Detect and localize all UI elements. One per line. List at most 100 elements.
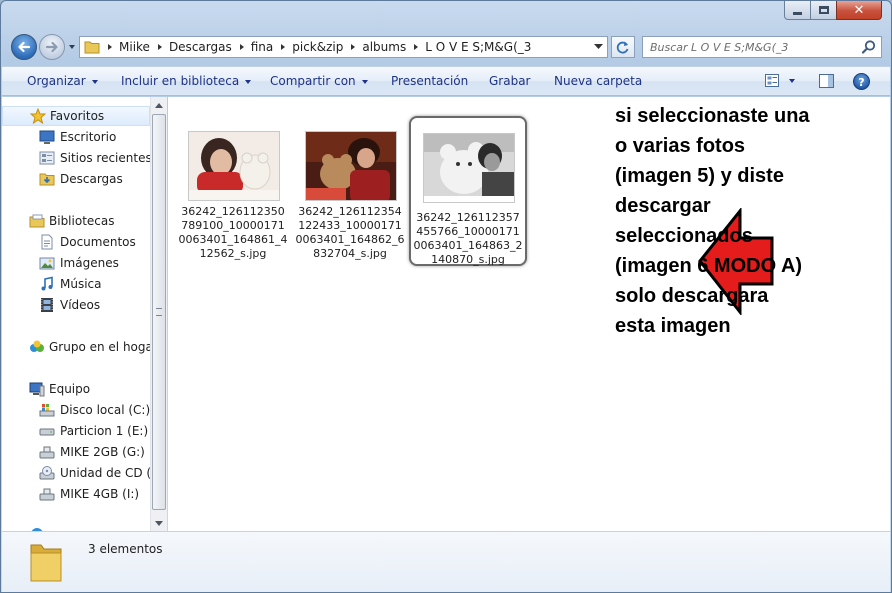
breadcrumb-item[interactable]: L O V E S;M&G(_3 bbox=[425, 40, 531, 54]
item-count: 3 elementos bbox=[88, 542, 163, 556]
minimize-button[interactable] bbox=[784, 1, 811, 20]
breadcrumb-item[interactable]: Miike bbox=[119, 40, 150, 54]
downloads-folder-icon bbox=[39, 173, 55, 186]
include-in-library-label: Incluir en biblioteca bbox=[121, 74, 240, 88]
chevron-right-icon[interactable] bbox=[238, 43, 246, 51]
search-box bbox=[642, 36, 882, 58]
sidebar-item-music[interactable]: Música bbox=[2, 274, 150, 294]
file-name: 36242_126112357455766_100001710063401_16… bbox=[413, 211, 523, 266]
sidebar-item-computer[interactable]: Equipo bbox=[2, 379, 150, 399]
close-button[interactable]: ✕ bbox=[836, 1, 882, 20]
chevron-down-icon bbox=[245, 79, 252, 84]
file-item[interactable]: 36242_126112354122433_100001710063401_16… bbox=[293, 125, 411, 273]
sidebar-item-downloads[interactable]: Descargas bbox=[2, 169, 150, 189]
maximize-button[interactable] bbox=[810, 1, 837, 20]
desktop-icon bbox=[39, 130, 55, 144]
file-item[interactable]: 36242_126112350789100_100001710063401_16… bbox=[176, 125, 294, 273]
sidebar-label: Equipo bbox=[49, 382, 91, 396]
sidebar-label: Disco local (C:) bbox=[60, 403, 150, 417]
help-button[interactable]: ? bbox=[853, 73, 870, 90]
sidebar-item-documents[interactable]: Documentos bbox=[2, 232, 150, 252]
annotation-line: seleccionados bbox=[615, 225, 753, 247]
organize-menu[interactable]: Organizar bbox=[27, 67, 98, 95]
sidebar-item-local-disk[interactable]: Disco local (C:) bbox=[2, 400, 150, 420]
drive-icon bbox=[39, 428, 55, 436]
sidebar-item-network[interactable] bbox=[2, 524, 150, 531]
chevron-down-icon[interactable] bbox=[594, 44, 603, 50]
sidebar-item-partition[interactable]: Particion 1 (E:) bbox=[2, 421, 150, 441]
arrow-left-icon bbox=[18, 41, 31, 53]
include-in-library-menu[interactable]: Incluir en biblioteca bbox=[121, 67, 252, 95]
scroll-thumb[interactable] bbox=[152, 114, 166, 510]
homegroup-icon bbox=[30, 340, 44, 352]
sidebar-item-usb-2gb[interactable]: MIKE 2GB (G:) bbox=[2, 442, 150, 462]
chevron-right-icon[interactable] bbox=[279, 43, 287, 51]
address-bar[interactable]: Miike Descargas fina pick&zip albums L O… bbox=[79, 36, 608, 58]
new-folder-button[interactable]: Nueva carpeta bbox=[554, 67, 642, 95]
chevron-up-icon bbox=[155, 102, 163, 108]
documents-icon bbox=[41, 234, 53, 250]
navigation-pane: Favoritos Escritorio Sitios recientes De… bbox=[2, 97, 150, 531]
sidebar-item-videos[interactable]: Vídeos bbox=[2, 295, 150, 315]
photo-thumbnail bbox=[305, 131, 397, 201]
usb-drive-icon bbox=[39, 488, 55, 501]
photo-thumbnail bbox=[423, 133, 515, 203]
breadcrumb-item[interactable]: pick&zip bbox=[292, 40, 343, 54]
sidebar-label: Descargas bbox=[60, 172, 123, 186]
sidebar-item-recent-places[interactable]: Sitios recientes bbox=[2, 148, 150, 168]
sidebar-item-homegroup[interactable]: Grupo en el hogar bbox=[2, 337, 150, 357]
sidebar-label: MIKE 4GB (I:) bbox=[60, 487, 140, 501]
annotation-line: (imagen 5) y diste bbox=[615, 165, 784, 187]
scroll-down-button[interactable] bbox=[151, 515, 167, 531]
forward-button[interactable] bbox=[39, 34, 65, 60]
sidebar-label: Vídeos bbox=[60, 298, 101, 312]
local-disk-icon bbox=[39, 404, 55, 417]
chevron-right-icon[interactable] bbox=[106, 43, 114, 51]
sidebar-item-cd-drive[interactable]: Unidad de CD (H bbox=[2, 463, 150, 483]
organize-label: Organizar bbox=[27, 74, 86, 88]
sidebar-label: Favoritos bbox=[50, 109, 105, 123]
sidebar-item-libraries[interactable]: Bibliotecas bbox=[2, 211, 150, 231]
burn-button[interactable]: Grabar bbox=[489, 67, 531, 95]
libraries-icon bbox=[29, 214, 45, 228]
view-options-dropdown[interactable] bbox=[789, 79, 795, 83]
annotation-line: si seleccionaste una bbox=[615, 105, 810, 127]
back-button[interactable] bbox=[11, 34, 37, 60]
breadcrumb-item[interactable]: fina bbox=[251, 40, 274, 54]
navigation-scrollbar[interactable] bbox=[150, 97, 167, 531]
chevron-right-icon[interactable] bbox=[349, 43, 357, 51]
sidebar-item-favorites[interactable]: Favoritos bbox=[2, 106, 150, 126]
breadcrumb-item[interactable]: Descargas bbox=[169, 40, 232, 54]
search-icon[interactable] bbox=[861, 39, 877, 55]
breadcrumb-item[interactable]: albums bbox=[362, 40, 406, 54]
annotation-line: (imagen 6 MODO A) bbox=[615, 255, 803, 277]
help-icon: ? bbox=[858, 76, 865, 89]
annotation-line: o varias fotos bbox=[615, 135, 746, 157]
arrow-right-icon bbox=[45, 41, 58, 53]
search-input[interactable] bbox=[643, 40, 861, 54]
sidebar-label: Particion 1 (E:) bbox=[60, 424, 149, 438]
chevron-down-icon bbox=[91, 79, 98, 84]
chevron-right-icon[interactable] bbox=[156, 43, 164, 51]
preview-pane-button[interactable] bbox=[819, 74, 834, 88]
share-with-menu[interactable]: Compartir con bbox=[270, 67, 368, 95]
file-item-selected[interactable]: 36242_126112357455766_100001710063401_16… bbox=[409, 116, 527, 266]
pictures-icon bbox=[39, 257, 55, 270]
sidebar-item-usb-4gb[interactable]: MIKE 4GB (I:) bbox=[2, 484, 150, 504]
recent-pages-dropdown-icon[interactable] bbox=[67, 42, 77, 52]
chevron-right-icon[interactable] bbox=[412, 43, 420, 51]
file-name: 36242_126112350789100_100001710063401_16… bbox=[178, 205, 288, 260]
sidebar-label: Grupo en el hogar bbox=[49, 340, 150, 354]
scroll-up-button[interactable] bbox=[151, 97, 167, 113]
details-pane: 3 elementos bbox=[2, 531, 890, 592]
change-view-icon[interactable] bbox=[765, 74, 779, 87]
sidebar-item-desktop[interactable]: Escritorio bbox=[2, 127, 150, 147]
annotation-text: si seleccionaste una o varias fotos (ima… bbox=[615, 101, 885, 341]
sidebar-label: Música bbox=[60, 277, 102, 291]
star-icon bbox=[30, 108, 46, 124]
refresh-button[interactable] bbox=[611, 36, 635, 58]
annotation-line: esta imagen bbox=[615, 315, 731, 337]
sidebar-item-pictures[interactable]: Imágenes bbox=[2, 253, 150, 273]
slideshow-button[interactable]: Presentación bbox=[391, 67, 468, 95]
sidebar-label: Escritorio bbox=[60, 130, 117, 144]
